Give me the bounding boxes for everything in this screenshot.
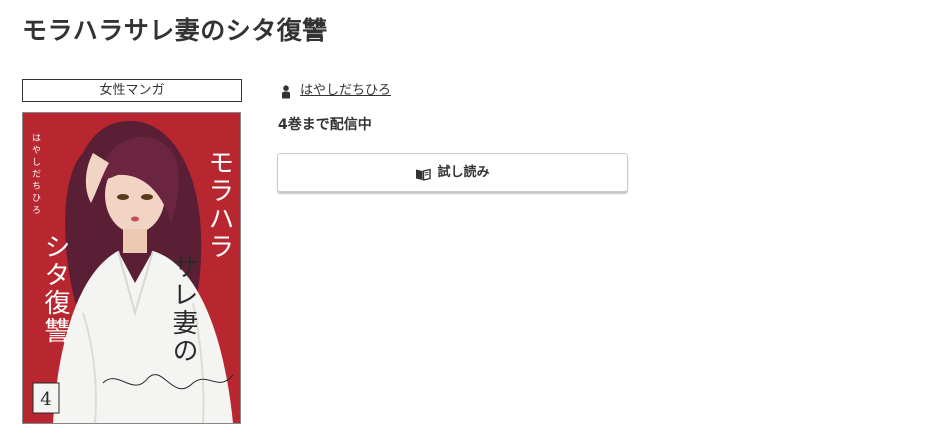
svg-text:モラハラ: モラハラ	[204, 149, 234, 261]
trial-read-button[interactable]: 試し読み	[277, 153, 628, 192]
page-title: モラハラサレ妻のシタ復讐	[22, 16, 328, 45]
svg-text:はやしだちひろ: はやしだちひろ	[30, 133, 41, 217]
svg-text:4: 4	[40, 389, 51, 410]
svg-text:サレ妻の: サレ妻の	[168, 253, 198, 365]
book-icon	[415, 166, 432, 181]
author-row: はやしだちひろ	[281, 81, 391, 101]
genre-badge[interactable]: 女性マンガ	[22, 79, 242, 102]
book-cover-image[interactable]: モラハラ サレ妻の シタ復讐 はやしだちひろ 4	[22, 112, 241, 424]
svg-text:シタ復讐: シタ復讐	[40, 233, 70, 345]
person-icon	[281, 84, 291, 99]
trial-read-label: 試し読み	[437, 164, 490, 180]
volume-status: 4巻まで配信中	[278, 117, 372, 133]
author-link[interactable]: はやしだちひろ	[300, 81, 391, 101]
